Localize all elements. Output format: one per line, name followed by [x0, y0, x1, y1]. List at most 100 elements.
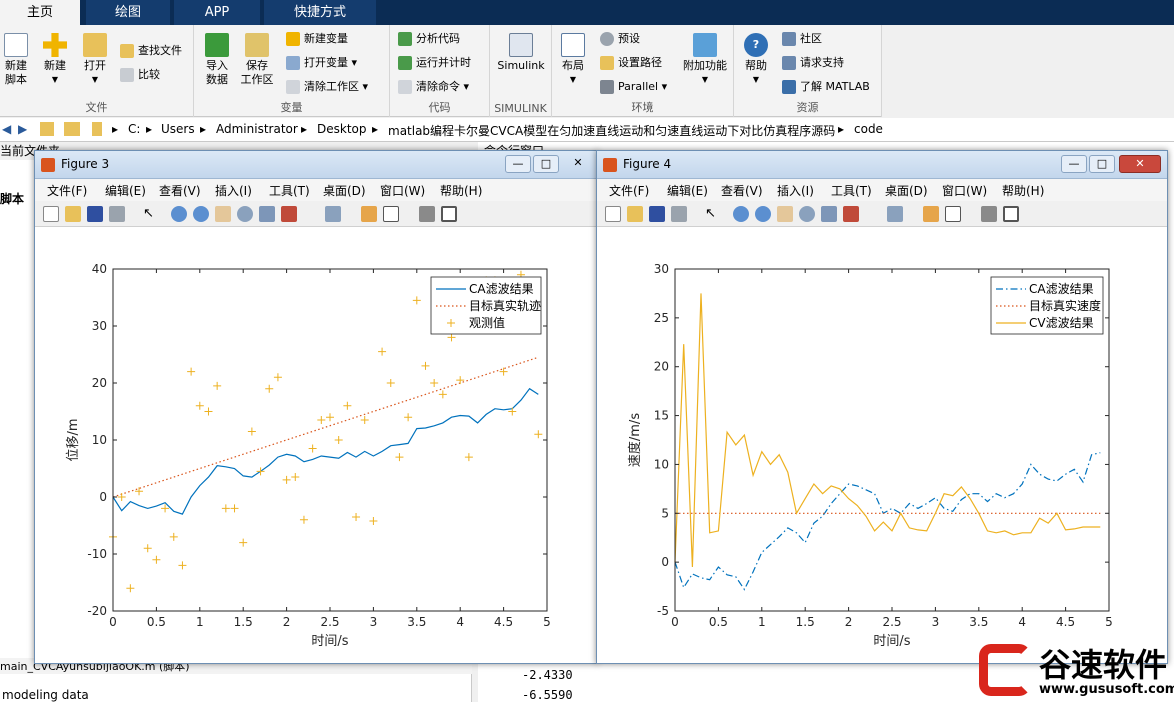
new-script-button[interactable]: 新建 脚本	[2, 33, 30, 87]
rotate-icon[interactable]	[799, 206, 815, 222]
colorbar-icon[interactable]	[361, 206, 377, 222]
new-variable-button[interactable]: 新建变量	[286, 30, 348, 48]
new-figure-icon[interactable]	[43, 206, 59, 222]
legend-icon[interactable]	[383, 206, 399, 222]
layout-button[interactable]: 布局 ▼	[558, 33, 588, 87]
print-icon[interactable]	[109, 206, 125, 222]
request-support-button[interactable]: 请求支持	[782, 54, 844, 72]
menu-edit[interactable]: 编辑(E)	[105, 182, 146, 199]
minimize-button[interactable]: —	[505, 155, 531, 173]
zoom-out-icon[interactable]	[755, 206, 771, 222]
menu-file[interactable]: 文件(F)	[47, 182, 87, 199]
back-arrow-icon[interactable]: ◀	[2, 122, 11, 136]
addons-button[interactable]: 附加功能 ▼	[678, 33, 732, 87]
open-file-icon[interactable]	[65, 206, 81, 222]
close-button[interactable]: ✕	[563, 155, 593, 173]
rotate-icon[interactable]	[237, 206, 253, 222]
maximize-button[interactable]: □	[533, 155, 559, 173]
save-icon[interactable]	[87, 206, 103, 222]
menu-edit[interactable]: 编辑(E)	[667, 182, 708, 199]
tab-shortcuts[interactable]: 快捷方式	[264, 0, 376, 25]
learn-matlab-button[interactable]: 了解 MATLAB	[782, 78, 870, 96]
run-and-time-button[interactable]: 运行并计时	[398, 54, 471, 72]
show-plot-tools-icon[interactable]	[1003, 206, 1019, 222]
menu-view[interactable]: 查看(V)	[159, 182, 201, 199]
data-cursor-icon[interactable]	[259, 206, 275, 222]
menu-window[interactable]: 窗口(W)	[942, 182, 987, 199]
breadcrumb-code[interactable]: code	[854, 122, 883, 136]
clear-workspace-button[interactable]: 清除工作区 ▾	[286, 78, 368, 96]
tab-plots[interactable]: 绘图	[86, 0, 170, 25]
menu-insert[interactable]: 插入(I)	[215, 182, 252, 199]
close-button[interactable]: ✕	[1119, 155, 1161, 173]
open-file-icon[interactable]	[627, 206, 643, 222]
simulink-button[interactable]: Simulink	[494, 33, 548, 73]
print-icon[interactable]	[671, 206, 687, 222]
clear-commands-button[interactable]: 清除命令 ▾	[398, 78, 469, 96]
colorbar-icon[interactable]	[923, 206, 939, 222]
pointer-icon[interactable]: ↖	[143, 206, 159, 222]
analyze-code-button[interactable]: 分析代码	[398, 30, 460, 48]
menu-view[interactable]: 查看(V)	[721, 182, 763, 199]
data-point-marker	[412, 296, 421, 305]
menu-help[interactable]: 帮助(H)	[440, 182, 482, 199]
zoom-in-icon[interactable]	[171, 206, 187, 222]
save-workspace-button[interactable]: 保存 工作区	[240, 33, 274, 87]
up-folder-icon[interactable]	[40, 122, 54, 136]
help-icon: ?	[744, 33, 768, 57]
community-button[interactable]: 社区	[782, 30, 822, 48]
menu-help[interactable]: 帮助(H)	[1002, 182, 1044, 199]
breadcrumb-desktop[interactable]: Desktop	[317, 122, 367, 136]
zoom-in-icon[interactable]	[733, 206, 749, 222]
figure-3-titlebar[interactable]: Figure 3 — □ ✕	[35, 151, 597, 179]
menu-tools[interactable]: 工具(T)	[269, 182, 310, 199]
show-plot-tools-icon[interactable]	[441, 206, 457, 222]
open-variable-button[interactable]: 打开变量 ▾	[286, 54, 357, 72]
hide-plot-tools-icon[interactable]	[981, 206, 997, 222]
breadcrumb-project-folder[interactable]: matlab编程卡尔曼CVCA模型在匀加速直线运动和匀速直线运动下对比仿真程序源…	[388, 122, 835, 139]
brush-icon[interactable]	[281, 206, 297, 222]
figure-3-window[interactable]: Figure 3 — □ ✕ 文件(F) 编辑(E) 查看(V) 插入(I) 工…	[34, 150, 598, 664]
pointer-icon[interactable]: ↖	[705, 206, 721, 222]
parallel-button[interactable]: Parallel ▾	[600, 78, 667, 96]
figure-4-window[interactable]: Figure 4 — □ ✕ 文件(F) 编辑(E) 查看(V) 插入(I) 工…	[596, 150, 1168, 664]
breadcrumb-users[interactable]: Users	[161, 122, 195, 136]
pan-icon[interactable]	[777, 206, 793, 222]
brush-icon[interactable]	[843, 206, 859, 222]
data-cursor-icon[interactable]	[821, 206, 837, 222]
tab-apps[interactable]: APP	[174, 0, 260, 25]
help-button[interactable]: ? 帮助 ▼	[740, 33, 772, 87]
menu-desktop[interactable]: 桌面(D)	[885, 182, 928, 199]
hide-plot-tools-icon[interactable]	[419, 206, 435, 222]
legend-icon[interactable]	[945, 206, 961, 222]
data-point-marker	[230, 504, 239, 513]
forward-arrow-icon[interactable]: ▶	[18, 122, 27, 136]
link-plot-icon[interactable]	[325, 206, 341, 222]
open-button[interactable]: 打开 ▼	[80, 33, 110, 87]
pan-icon[interactable]	[215, 206, 231, 222]
new-button[interactable]: 新建 ▼	[40, 33, 70, 87]
figure-4-titlebar[interactable]: Figure 4 — □ ✕	[597, 151, 1167, 179]
browse-folder-icon[interactable]	[64, 122, 80, 136]
breadcrumb-administrator[interactable]: Administrator	[216, 122, 298, 136]
menu-insert[interactable]: 插入(I)	[777, 182, 814, 199]
menu-tools[interactable]: 工具(T)	[831, 182, 872, 199]
set-path-button[interactable]: 设置路径	[600, 54, 662, 72]
menu-file[interactable]: 文件(F)	[609, 182, 649, 199]
tab-home[interactable]: 主页	[0, 0, 80, 25]
menu-desktop[interactable]: 桌面(D)	[323, 182, 366, 199]
compare-button[interactable]: 比较	[120, 66, 160, 84]
new-figure-icon[interactable]	[605, 206, 621, 222]
preferences-button[interactable]: 预设	[600, 30, 640, 48]
run-and-time-icon	[398, 56, 412, 70]
breadcrumb-drive[interactable]: C:	[128, 122, 140, 136]
import-data-button[interactable]: 导入 数据	[202, 33, 232, 87]
menu-window[interactable]: 窗口(W)	[380, 182, 425, 199]
find-files-button[interactable]: 查找文件	[120, 42, 182, 60]
x-tick-label: 3.5	[969, 615, 988, 629]
zoom-out-icon[interactable]	[193, 206, 209, 222]
maximize-button[interactable]: □	[1089, 155, 1115, 173]
save-icon[interactable]	[649, 206, 665, 222]
minimize-button[interactable]: —	[1061, 155, 1087, 173]
link-plot-icon[interactable]	[887, 206, 903, 222]
